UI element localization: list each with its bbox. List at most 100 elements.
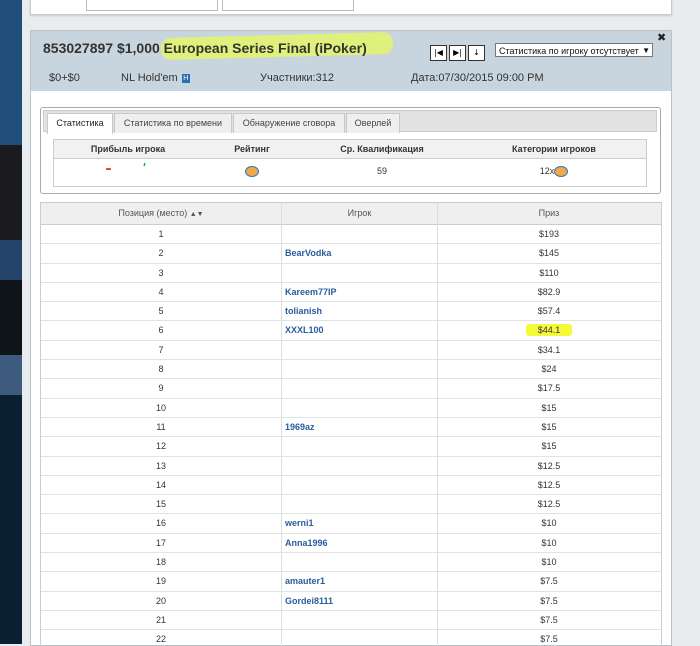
results-header: Позиция (место) ▲▼ Игрок Приз — [41, 203, 661, 225]
table-row: 5 tolianish $57.4 — [41, 302, 661, 322]
prize-cell: $24 — [437, 360, 661, 378]
prize-cell: $10 — [437, 534, 661, 552]
close-icon[interactable]: ✖ — [657, 31, 666, 44]
position-cell: 18 — [155, 557, 166, 568]
prize-cell: $17.5 — [437, 379, 661, 397]
prize-cell: $57.4 — [437, 302, 661, 320]
position-cell: 11 — [156, 421, 166, 432]
position-cell: 2 — [158, 248, 164, 259]
prize-cell: $44.1 — [437, 321, 661, 339]
prize-cell: $10 — [437, 553, 661, 571]
categories-value: 12x — [462, 160, 646, 182]
prize-column-header[interactable]: Приз — [437, 203, 661, 224]
position-cell: 16 — [155, 518, 166, 529]
table-row: 4 Kareem77IP $82.9 — [41, 283, 661, 303]
download-button[interactable]: ↓ — [468, 45, 485, 61]
qualification-header: Ср. Квалификация — [340, 144, 424, 154]
position-cell: 4 — [158, 286, 164, 297]
participants-label: Участники:312 — [260, 72, 334, 84]
player-stats-select[interactable]: Статистика по игроку отсутствует ▼ — [495, 43, 653, 57]
tab-statistics[interactable]: Статистика — [47, 113, 113, 134]
prize-cell: $82.9 — [437, 283, 661, 301]
last-button[interactable]: ▶| — [449, 45, 466, 61]
position-cell: 15 — [155, 499, 166, 510]
tab-bar: Статистика Статистика по времени Обнаруж… — [43, 110, 657, 134]
profit-header: Прибыль игрока — [90, 144, 166, 154]
table-row: 15 $12.5 — [41, 495, 661, 515]
table-row: 14 $12.5 — [41, 476, 661, 496]
table-row: 3 $110 — [41, 264, 661, 283]
prize-value: $15 — [541, 421, 557, 432]
table-row: 20 Gordei8111 $7.5 — [41, 592, 661, 611]
tab-overlay[interactable]: Оверлей — [346, 113, 400, 133]
prize-value: $10 — [541, 518, 557, 529]
prize-value: $17.5 — [537, 383, 561, 394]
categories-count: 12x — [539, 166, 555, 176]
prize-value: $7.5 — [540, 576, 558, 587]
background-image-strip — [0, 0, 22, 644]
position-cell: 10 — [155, 402, 166, 413]
game-type: NL Hold'em H — [121, 72, 190, 84]
position-cell: 9 — [158, 383, 164, 394]
background-block — [0, 240, 22, 280]
prize-value: $7.5 — [540, 614, 558, 625]
tab-collusion-detection[interactable]: Обнаружение сговора — [233, 113, 345, 133]
rating-header: Рейтинг — [234, 144, 270, 154]
prize-cell: $145 — [437, 244, 661, 262]
position-header-label: Позиция (место) — [118, 208, 188, 218]
prize-value: $12.5 — [537, 460, 561, 471]
tab-time-statistics[interactable]: Статистика по времени — [114, 113, 232, 133]
table-row: 7 $34.1 — [41, 341, 661, 361]
holdem-icon: H — [181, 74, 190, 83]
first-button[interactable]: |◀ — [430, 45, 447, 61]
categories-header: Категории игроков — [512, 144, 596, 154]
previous-panel — [30, 0, 672, 15]
position-cell: 21 — [155, 614, 166, 625]
profit-chart-icon — [106, 162, 146, 170]
player-column-header[interactable]: Игрок — [282, 203, 437, 224]
background-block — [0, 145, 22, 240]
table-row: 16 werni1 $10 — [41, 514, 661, 534]
prize-value: $82.9 — [537, 286, 561, 297]
profit-sparkline — [54, 160, 202, 182]
prize-value: $34.1 — [537, 344, 561, 355]
prize-cell: $34.1 — [437, 341, 661, 359]
position-cell: 13 — [155, 460, 166, 471]
background-block — [0, 0, 22, 145]
prize-value: $145 — [538, 248, 560, 259]
player-stats-select-value: Статистика по игроку отсутствует — [499, 46, 639, 56]
prize-cell: $12.5 — [437, 476, 661, 494]
prize-value: $12.5 — [537, 479, 561, 490]
prize-cell: $7.5 — [437, 611, 661, 629]
prize-cell: $15 — [437, 437, 661, 455]
tournament-header: 853027897 $1,000 European Series Final (… — [31, 31, 671, 91]
table-row: 10 $15 — [41, 399, 661, 418]
sort-icon: ▲▼ — [189, 211, 204, 218]
background-block — [0, 395, 22, 644]
position-cell: 7 — [158, 344, 164, 355]
position-cell: 14 — [155, 479, 166, 490]
rating-value — [202, 160, 302, 182]
position-cell: 17 — [155, 537, 166, 548]
position-cell: 19 — [155, 576, 166, 587]
prize-cell: $7.5 — [437, 572, 661, 590]
prize-value: $10 — [541, 537, 557, 548]
prize-value: $12.5 — [537, 499, 561, 510]
position-cell: 20 — [155, 595, 166, 606]
table-row: 1 $193 — [41, 225, 661, 245]
position-cell: 1 — [158, 229, 164, 239]
prize-cell: $110 — [437, 264, 661, 282]
prize-value: $193 — [538, 229, 560, 239]
results-table: Позиция (место) ▲▼ Игрок Приз 1 $193 2 Bear… — [40, 202, 662, 646]
position-cell: 12 — [155, 441, 166, 452]
previous-panel-field[interactable] — [222, 0, 354, 11]
prize-value: $24 — [541, 364, 557, 375]
position-column-header[interactable]: Позиция (место) ▲▼ — [41, 203, 281, 224]
table-row: 19 amauter1 $7.5 — [41, 572, 661, 592]
table-row: 2 BearVodka $145 — [41, 244, 661, 264]
position-cell: 5 — [158, 306, 164, 317]
buyin-label: $0+$0 — [49, 72, 80, 84]
table-row: 8 $24 — [41, 360, 661, 380]
prize-value: $7.5 — [540, 634, 558, 645]
previous-panel-field[interactable] — [86, 0, 218, 11]
